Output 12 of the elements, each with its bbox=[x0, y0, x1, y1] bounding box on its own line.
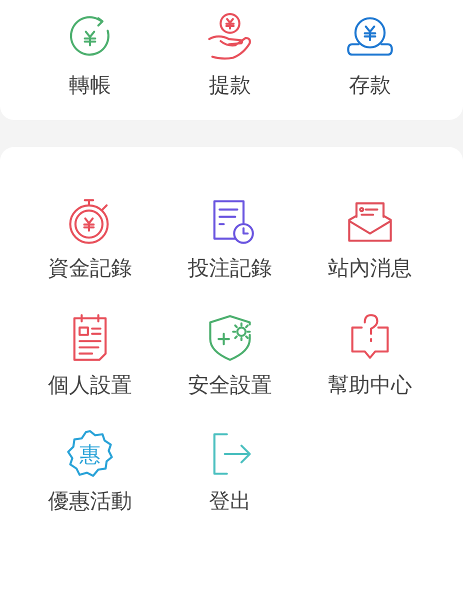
menu-item[interactable]: 資金記錄 bbox=[20, 195, 160, 282]
menu-item[interactable]: 投注記錄 bbox=[160, 195, 300, 282]
menu-item[interactable]: 安全設置 bbox=[160, 312, 300, 398]
menu-item[interactable]: 幫助中心 bbox=[300, 312, 440, 398]
menu-item[interactable]: 登出 bbox=[160, 428, 300, 514]
badge-icon: 惠 bbox=[64, 428, 116, 480]
menu-item[interactable]: 個人設置 bbox=[20, 312, 160, 398]
menu-item[interactable]: 存款 bbox=[300, 12, 440, 98]
menu-item[interactable]: 提款 bbox=[160, 12, 300, 98]
menu-item[interactable]: 惠 優惠活動 bbox=[20, 428, 160, 514]
menu-item[interactable]: 站內消息 bbox=[300, 195, 440, 282]
menu-item[interactable]: 轉帳 bbox=[20, 12, 160, 98]
